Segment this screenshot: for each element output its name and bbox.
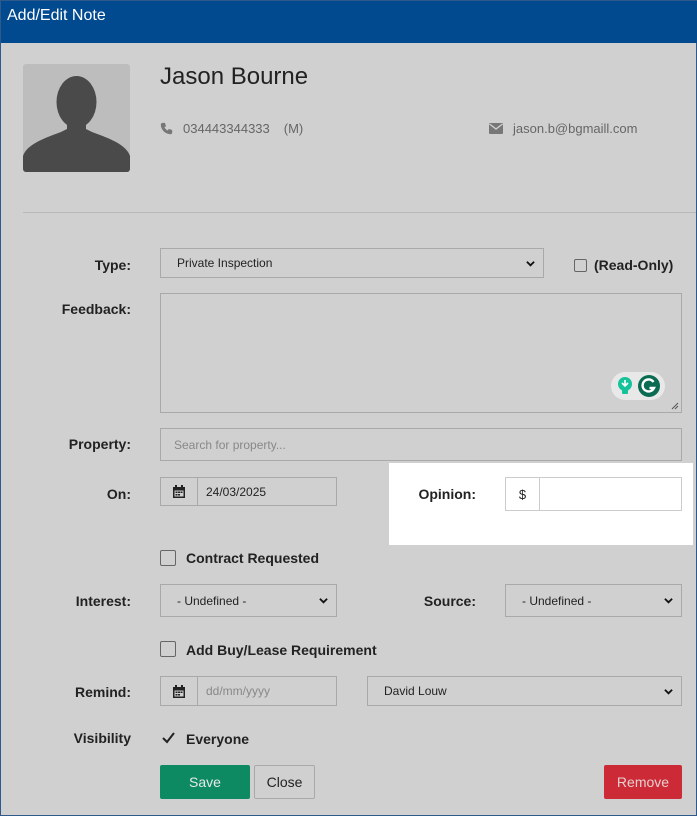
on-label: On: [106, 486, 131, 502]
on-date-value: 24/03/2025 [206, 484, 267, 499]
everyone-checkbox[interactable] [160, 730, 176, 746]
envelope-icon [489, 123, 503, 134]
type-value: Private Inspection [177, 256, 273, 270]
read-only-checkbox[interactable] [574, 259, 587, 272]
opinion-input[interactable]: $ [505, 477, 682, 511]
checkmark-icon [162, 732, 175, 744]
chevron-down-icon [526, 260, 535, 267]
interest-value: - Undefined - [177, 593, 247, 608]
calendar-icon [173, 684, 185, 698]
grammarly-widget[interactable] [611, 372, 665, 400]
chevron-down-icon [664, 598, 673, 604]
interest-label: Interest: [75, 593, 131, 609]
type-select[interactable]: Private Inspection [160, 248, 544, 278]
property-placeholder: Search for property... [174, 437, 286, 452]
remind-date-input[interactable]: dd/mm/yyyy [160, 676, 337, 706]
contact-name: Jason Bourne [160, 63, 309, 90]
buy-lease-checkbox[interactable] [160, 641, 176, 657]
remind-agent-value: David Louw [384, 684, 447, 698]
remind-label: Remind: [75, 684, 131, 700]
currency-addon: $ [506, 478, 540, 510]
remind-agent-select[interactable]: David Louw [367, 676, 682, 706]
feedback-label: Feedback: [61, 301, 131, 317]
opinion-panel: Opinion: $ [389, 463, 693, 545]
resize-handle-icon [671, 402, 679, 410]
visibility-label: Visibility [73, 730, 131, 746]
source-select[interactable]: - Undefined - [505, 584, 682, 617]
calendar-icon [173, 485, 185, 498]
feedback-textarea[interactable] [160, 293, 682, 413]
contract-requested-label: Contract Requested [186, 550, 320, 566]
property-label: Property: [68, 436, 131, 452]
email-address: jason.b@bgmaill.com [513, 121, 638, 136]
lightbulb-icon [617, 377, 632, 394]
person-silhouette-icon [23, 76, 130, 172]
phone-type: (M) [283, 121, 304, 136]
phone-number: 034443344333 [183, 121, 270, 136]
close-button[interactable]: Close [254, 765, 315, 799]
contact-email: jason.b@bgmaill.com [489, 121, 637, 136]
grammarly-icon [637, 375, 660, 397]
source-value: - Undefined - [522, 593, 592, 608]
contact-phone: 034443344333 (M) [160, 121, 303, 136]
source-label: Source: [423, 593, 476, 609]
chevron-down-icon [664, 688, 673, 695]
calendar-button[interactable] [161, 478, 198, 505]
remove-button[interactable]: Remove [604, 765, 682, 799]
everyone-label: Everyone [186, 731, 250, 747]
read-only-label: (Read-Only) [594, 257, 674, 273]
add-edit-note-dialog: Add/Edit Note Jason Bourne 034443344333 … [0, 0, 697, 816]
contact-avatar [23, 64, 130, 172]
interest-select[interactable]: - Undefined - [160, 584, 337, 617]
phone-icon [160, 122, 173, 135]
type-label: Type: [94, 257, 131, 273]
chevron-down-icon [319, 598, 328, 604]
calendar-button[interactable] [161, 677, 198, 705]
buy-lease-label: Add Buy/Lease Requirement [186, 642, 377, 658]
save-button[interactable]: Save [160, 765, 250, 799]
opinion-label: Opinion: [418, 486, 476, 502]
remind-date-placeholder: dd/mm/yyyy [206, 684, 271, 698]
divider [23, 212, 696, 213]
dialog-title: Add/Edit Note [1, 1, 697, 43]
property-search-input[interactable]: Search for property... [160, 428, 682, 461]
on-date-input[interactable]: 24/03/2025 [160, 477, 337, 506]
contract-requested-checkbox[interactable] [160, 550, 176, 566]
